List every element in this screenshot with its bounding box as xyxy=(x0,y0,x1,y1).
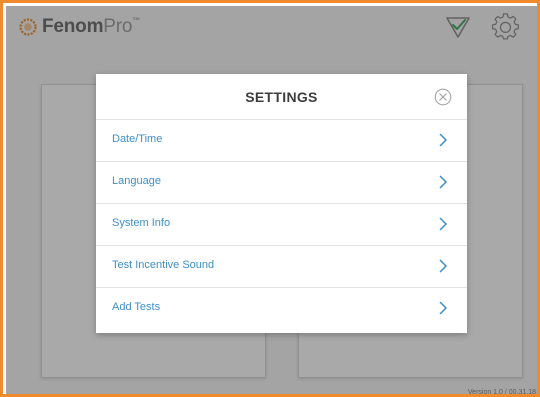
settings-item-date-time[interactable]: Date/Time xyxy=(96,119,467,161)
settings-item-label: Date/Time xyxy=(112,133,163,145)
settings-item-test-incentive-sound[interactable]: Test Incentive Sound xyxy=(96,245,467,287)
settings-item-add-tests[interactable]: Add Tests xyxy=(96,287,467,329)
modal-title: SETTINGS xyxy=(245,89,318,105)
settings-item-label: Test Incentive Sound xyxy=(112,259,215,271)
chevron-right-icon xyxy=(439,259,448,273)
screenshot-frame: FenomPro™ Version 1.0 / 00.31.18 SETTING… xyxy=(0,0,540,397)
settings-modal: SETTINGS Date/Time Language System Info … xyxy=(96,74,467,333)
chevron-right-icon xyxy=(439,301,448,315)
settings-item-language[interactable]: Language xyxy=(96,161,467,203)
chevron-right-icon xyxy=(439,175,448,189)
chevron-right-icon xyxy=(439,217,448,231)
close-icon[interactable] xyxy=(434,88,452,106)
app-window: FenomPro™ Version 1.0 / 00.31.18 SETTING… xyxy=(6,6,537,394)
settings-item-label: Add Tests xyxy=(112,301,161,313)
chevron-right-icon xyxy=(439,133,448,147)
settings-item-label: System Info xyxy=(112,217,171,229)
settings-item-label: Language xyxy=(112,175,161,187)
settings-item-system-info[interactable]: System Info xyxy=(96,203,467,245)
